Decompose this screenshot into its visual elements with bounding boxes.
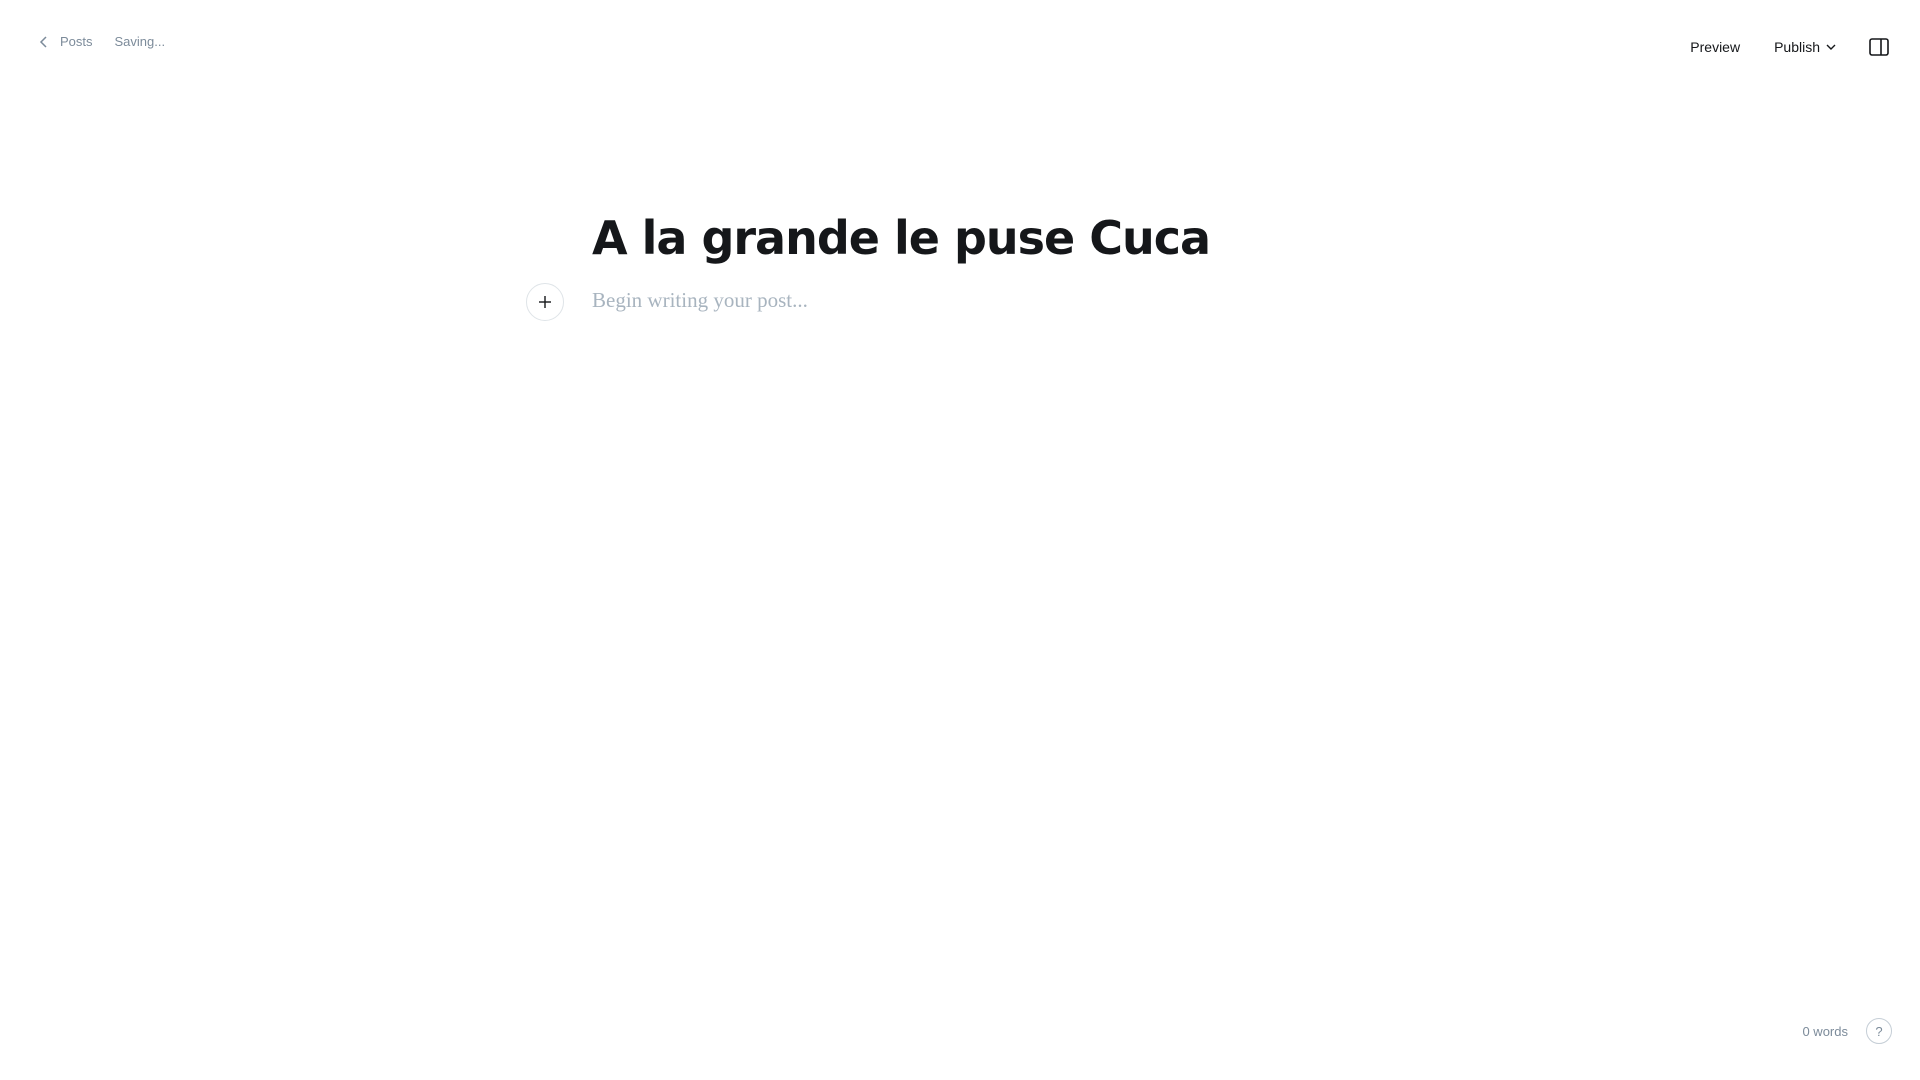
- back-link-label: Posts: [60, 34, 93, 49]
- editor-app: Posts Saving... Preview Publish A la gra…: [0, 0, 1920, 1080]
- post-body-placeholder[interactable]: Begin writing your post...: [592, 288, 808, 313]
- add-card-button[interactable]: [526, 282, 564, 321]
- publish-button[interactable]: Publish: [1766, 33, 1844, 61]
- chevron-left-icon: [39, 35, 47, 48]
- top-bar: Posts Saving... Preview Publish: [0, 0, 1920, 96]
- editor-footer: 0 words ?: [1802, 1018, 1892, 1044]
- post-body-row: Begin writing your post...: [526, 281, 1332, 321]
- chevron-down-icon: [1826, 44, 1836, 50]
- back-to-posts-link[interactable]: Posts: [38, 34, 93, 49]
- topbar-right: Preview Publish: [1682, 30, 1896, 64]
- preview-button-label: Preview: [1690, 39, 1741, 55]
- settings-menu-button[interactable]: [1862, 30, 1896, 64]
- sidebar-panel-icon: [1869, 38, 1889, 56]
- publish-button-label: Publish: [1774, 39, 1820, 55]
- word-count: 0 words: [1802, 1023, 1848, 1039]
- save-status: Saving...: [114, 34, 166, 49]
- post-title[interactable]: A la grande le puse Cuca: [592, 212, 1332, 265]
- topbar-left: Posts Saving...: [38, 34, 165, 49]
- plus-icon: [539, 295, 551, 308]
- preview-button[interactable]: Preview: [1682, 33, 1748, 61]
- post-editor: A la grande le puse Cuca Begin writing y…: [526, 212, 1332, 321]
- help-button-label: ?: [1875, 1023, 1883, 1039]
- help-button[interactable]: ?: [1866, 1018, 1892, 1044]
